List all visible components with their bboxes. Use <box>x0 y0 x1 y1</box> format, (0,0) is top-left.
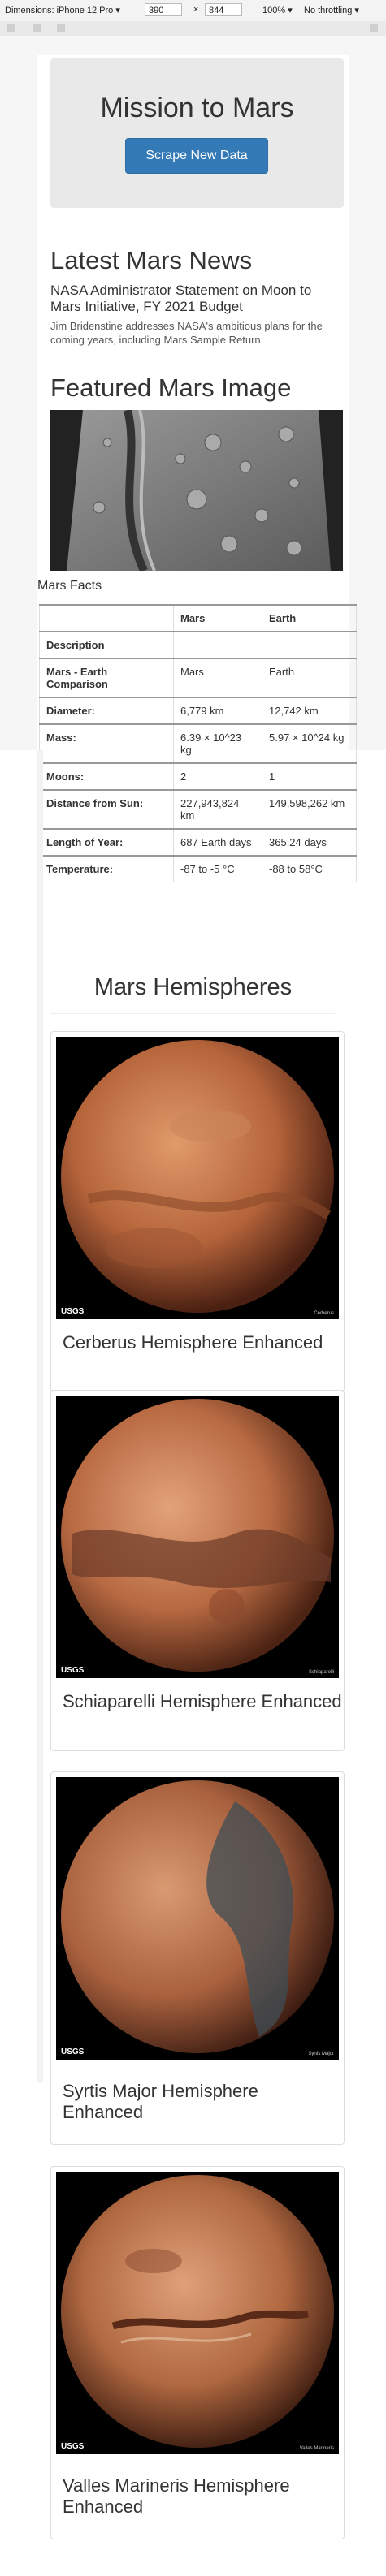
divider <box>50 1013 335 1014</box>
earth-value: 5.97 × 10^24 kg <box>262 723 357 764</box>
featured-mars-image <box>50 410 343 571</box>
facts-table: Mars Earth Description Mars - Earth Comp… <box>39 604 357 882</box>
table-row: Description <box>39 631 357 659</box>
mars-value: 6.39 × 10^23 kg <box>173 723 262 764</box>
mars-value: 6,779 km <box>173 697 262 725</box>
throttle-select[interactable]: No throttling ▾ <box>304 5 359 15</box>
hemisphere-title: Schiaparelli Hemisphere Enhanced <box>63 1691 342 1711</box>
row-label: Mass: <box>39 723 174 764</box>
scrape-button[interactable]: Scrape New Data <box>125 138 268 174</box>
usgs-logo: USGS <box>61 1307 85 1316</box>
row-label: Mars - Earth Comparison <box>39 658 174 698</box>
news-paragraph: Jim Bridenstine addresses NASA's ambitio… <box>50 320 323 346</box>
table-header-cell: Earth <box>262 604 357 632</box>
table-row: Length of Year: 687 Earth days 365.24 days <box>39 828 357 857</box>
earth-value <box>262 631 357 659</box>
mars-value: 687 Earth days <box>173 828 262 857</box>
hemisphere-card[interactable]: USGS Valles Marineris Valles Marineris H… <box>50 2166 345 2539</box>
table-row: Mass: 6.39 × 10^23 kg 5.97 × 10^24 kg <box>39 723 357 764</box>
earth-value: Earth <box>262 658 357 698</box>
earth-value: 12,742 km <box>262 697 357 725</box>
zoom-select[interactable]: 100% ▾ <box>262 5 293 15</box>
hemisphere-title: Valles Marineris Hemisphere Enhanced <box>63 2475 290 2517</box>
table-row: Distance from Sun: 227,943,824 km 149,598,… <box>39 789 357 830</box>
devtools-toolbar: Dimensions: iPhone 12 Pro ▾ 390 × 844 10… <box>0 0 386 22</box>
hemisphere-title: Syrtis Major Hemisphere Enhanced <box>63 2081 258 2122</box>
earth-value: -88 to 58°C <box>262 855 357 882</box>
jumbotron: Mission to Mars Scrape New Data <box>50 58 344 208</box>
news-title: NASA Administrator Statement on Moon to … <box>50 283 312 314</box>
times-icon: × <box>193 5 199 15</box>
mars-value: -87 to -5 °C <box>173 855 262 882</box>
hemisphere-card[interactable]: USGS Cerberus Cerberus Hemisphere Enhanc… <box>50 1031 345 1392</box>
image-credit: Valles Marineris <box>299 2446 334 2451</box>
table-row: Moons: 2 1 <box>39 762 357 791</box>
table-header-cell: Mars <box>173 604 262 632</box>
height-input[interactable]: 844 <box>205 3 242 16</box>
usgs-logo: USGS <box>61 2047 85 2056</box>
usgs-logo: USGS <box>61 2442 85 2451</box>
mars-value: 227,943,824 km <box>173 789 262 830</box>
table-header-cell <box>39 604 174 632</box>
hemisphere-title: Cerberus Hemisphere Enhanced <box>63 1332 323 1353</box>
table-header-row: Mars Earth <box>39 604 357 632</box>
hemisphere-image[interactable]: USGS Cerberus <box>56 1037 339 1319</box>
facts-caption: Mars Facts <box>37 579 102 593</box>
hemisphere-card[interactable]: USGS Schiaparelli Schiaparelli Hemispher… <box>50 1390 345 1751</box>
image-credit: Cerberus <box>314 1311 334 1316</box>
hemispheres-heading: Mars Hemispheres <box>93 974 293 1000</box>
hemisphere-image[interactable]: USGS Schiaparelli <box>56 1396 339 1678</box>
earth-value: 149,598,262 km <box>262 789 357 830</box>
mars-value: Mars <box>173 658 262 698</box>
mars-value: 2 <box>173 762 262 791</box>
image-credit: Schiaparelli <box>308 1670 334 1675</box>
width-input[interactable]: 390 <box>145 3 182 16</box>
earth-value: 365.24 days <box>262 828 357 857</box>
row-label: Distance from Sun: <box>39 789 174 830</box>
image-credit: Syrtis Major <box>308 2052 334 2056</box>
news-heading: Latest Mars News <box>50 246 253 274</box>
ruler-strip <box>0 21 386 37</box>
row-label: Length of Year: <box>39 828 174 857</box>
earth-value: 1 <box>262 762 357 791</box>
row-label: Diameter: <box>39 697 174 725</box>
table-row: Temperature: -87 to -5 °C -88 to 58°C <box>39 855 357 882</box>
row-label: Moons: <box>39 762 174 791</box>
hemisphere-image[interactable]: USGS Syrtis Major <box>56 1777 339 2060</box>
hemisphere-card[interactable]: USGS Syrtis Major Syrtis Major Hemispher… <box>50 1771 345 2145</box>
mars-value <box>173 631 262 659</box>
hemisphere-image[interactable]: USGS Valles Marineris <box>56 2172 339 2454</box>
table-row: Diameter: 6,779 km 12,742 km <box>39 697 357 725</box>
table-row: Mars - Earth Comparison Mars Earth <box>39 658 357 698</box>
featured-heading: Featured Mars Image <box>50 373 292 402</box>
row-label: Description <box>39 631 174 659</box>
usgs-logo: USGS <box>61 1666 85 1675</box>
device-dimensions-select[interactable]: Dimensions: iPhone 12 Pro ▾ <box>5 5 120 15</box>
viewport-edge <box>37 750 43 2082</box>
page-title: Mission to Mars <box>100 93 294 123</box>
row-label: Temperature: <box>39 855 174 882</box>
